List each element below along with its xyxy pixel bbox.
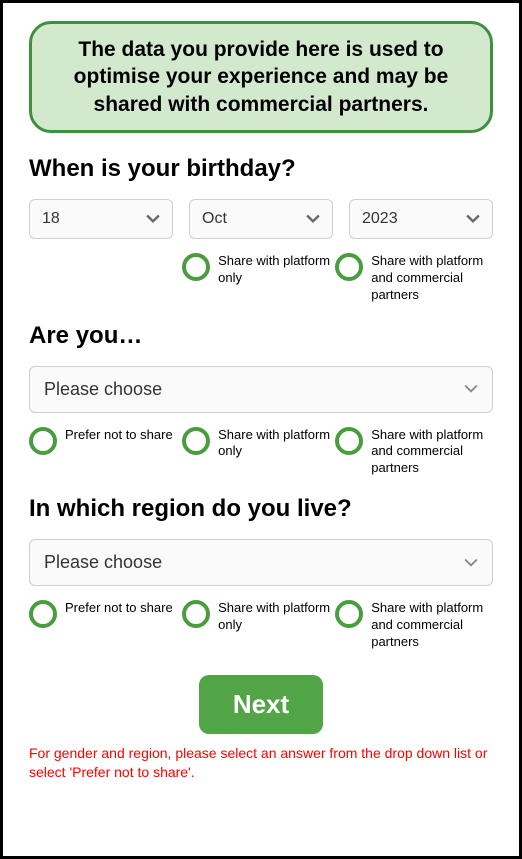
- radio-button[interactable]: [182, 427, 210, 455]
- region-share-platform: Share with platform only: [182, 600, 335, 651]
- error-message: For gender and region, please select an …: [29, 744, 493, 782]
- form-frame: The data you provide here is used to opt…: [0, 0, 522, 859]
- birthday-question: When is your birthday?: [29, 155, 493, 183]
- region-placeholder: Please choose: [44, 552, 162, 573]
- radio-button[interactable]: [182, 253, 210, 281]
- radio-label: Share with platform only: [218, 427, 335, 461]
- chevron-down-icon: [464, 556, 478, 570]
- radio-label: Share with platform only: [218, 600, 335, 634]
- gender-question: Are you…: [29, 322, 493, 350]
- gender-share-row: Prefer not to share Share with platform …: [29, 427, 493, 478]
- chevron-down-icon: [466, 212, 480, 226]
- gender-share-all: Share with platform and commercial partn…: [335, 427, 493, 478]
- chevron-down-icon: [146, 212, 160, 226]
- gender-placeholder: Please choose: [44, 379, 162, 400]
- region-select-wrap: Please choose: [29, 539, 493, 586]
- region-share-all: Share with platform and commercial partn…: [335, 600, 493, 651]
- birthday-selects: 18 Oct 2023: [29, 199, 493, 239]
- region-prefer-not: Prefer not to share: [29, 600, 182, 651]
- region-select[interactable]: Please choose: [29, 539, 493, 586]
- gender-select[interactable]: Please choose: [29, 366, 493, 413]
- birthday-day-select[interactable]: 18: [29, 199, 173, 239]
- radio-label: Prefer not to share: [65, 600, 173, 617]
- empty-cell: [29, 253, 182, 304]
- radio-button[interactable]: [182, 600, 210, 628]
- birthday-share-row: Share with platform only Share with plat…: [29, 253, 493, 304]
- chevron-down-icon: [464, 382, 478, 396]
- chevron-down-icon: [306, 212, 320, 226]
- radio-button[interactable]: [335, 253, 363, 281]
- radio-label: Share with platform and commercial partn…: [371, 427, 493, 478]
- radio-button[interactable]: [29, 427, 57, 455]
- gender-select-wrap: Please choose: [29, 366, 493, 413]
- radio-button[interactable]: [335, 600, 363, 628]
- gender-share-platform: Share with platform only: [182, 427, 335, 478]
- radio-label: Share with platform only: [218, 253, 335, 287]
- next-button[interactable]: Next: [199, 675, 323, 734]
- birthday-share-all: Share with platform and commercial partn…: [335, 253, 493, 304]
- birthday-month-value: Oct: [202, 210, 227, 228]
- birthday-share-platform: Share with platform only: [182, 253, 335, 304]
- privacy-notice: The data you provide here is used to opt…: [29, 21, 493, 133]
- radio-button[interactable]: [335, 427, 363, 455]
- region-question: In which region do you live?: [29, 495, 493, 523]
- region-share-row: Prefer not to share Share with platform …: [29, 600, 493, 651]
- gender-prefer-not: Prefer not to share: [29, 427, 182, 478]
- radio-label: Share with platform and commercial partn…: [371, 253, 493, 304]
- radio-label: Prefer not to share: [65, 427, 173, 444]
- birthday-day-value: 18: [42, 210, 60, 228]
- birthday-year-select[interactable]: 2023: [349, 199, 493, 239]
- radio-label: Share with platform and commercial partn…: [371, 600, 493, 651]
- birthday-month-select[interactable]: Oct: [189, 199, 333, 239]
- birthday-year-value: 2023: [362, 210, 398, 228]
- radio-button[interactable]: [29, 600, 57, 628]
